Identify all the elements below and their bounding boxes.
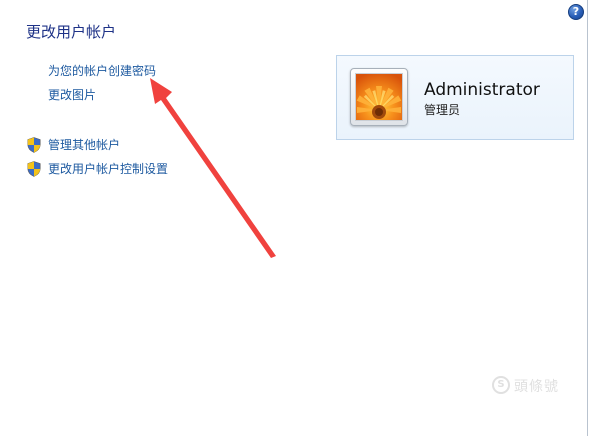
avatar[interactable] bbox=[350, 68, 408, 126]
watermark-text: 頭條號 bbox=[514, 379, 559, 395]
uac-shield-icon bbox=[27, 137, 41, 153]
page-title: 更改用户帐户 bbox=[26, 23, 117, 41]
uac-shield-icon bbox=[27, 161, 41, 177]
uac-settings-link[interactable]: 更改用户帐户控制设置 bbox=[48, 161, 168, 177]
change-picture-link[interactable]: 更改图片 bbox=[48, 87, 96, 103]
account-username: Administrator bbox=[424, 80, 540, 100]
account-card: Administrator 管理员 bbox=[336, 55, 574, 140]
help-icon[interactable]: ? bbox=[568, 4, 584, 20]
orange-flower-icon bbox=[355, 73, 403, 121]
create-password-link[interactable]: 为您的帐户创建密码 bbox=[48, 63, 156, 79]
watermark-logo-icon: S bbox=[492, 376, 510, 394]
account-role: 管理员 bbox=[424, 103, 461, 117]
window-right-border bbox=[587, 0, 588, 436]
manage-other-accounts-link[interactable]: 管理其他帐户 bbox=[48, 137, 120, 153]
help-glyph: ? bbox=[572, 5, 580, 18]
